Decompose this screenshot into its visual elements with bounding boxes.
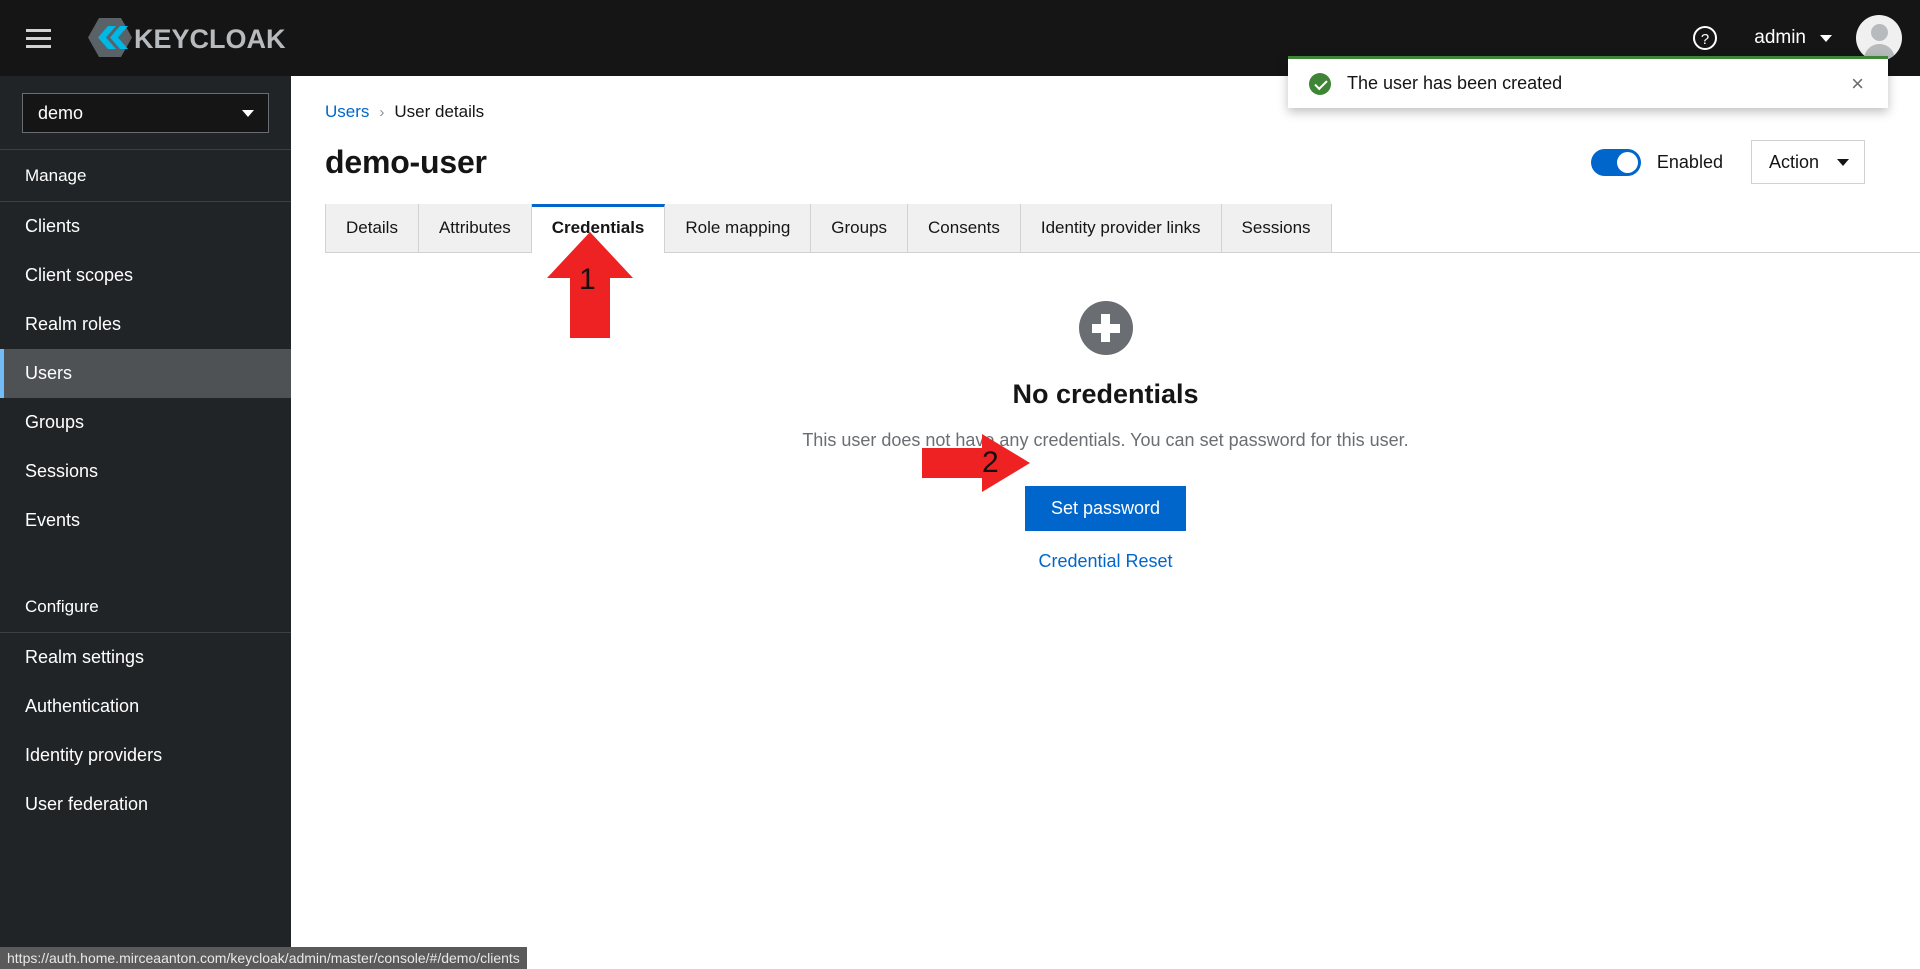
tab-consents[interactable]: Consents [908, 204, 1021, 252]
help-icon[interactable]: ? [1682, 15, 1728, 61]
sidebar-item-user-federation[interactable]: User federation [0, 780, 291, 829]
sidebar-item-realm-roles[interactable]: Realm roles [0, 300, 291, 349]
hamburger-bar [25, 36, 51, 40]
nav-section-manage-title: Manage [0, 150, 291, 202]
check-circle-icon [1309, 72, 1331, 95]
sidebar-item-groups[interactable]: Groups [0, 398, 291, 447]
realm-selector-value: demo [38, 102, 84, 123]
nav-section-configure-title: Configure [0, 581, 291, 633]
avatar-head [1870, 24, 1888, 41]
sidebar-item-events[interactable]: Events [0, 496, 291, 545]
annotation-arrow-1: 1 [545, 230, 635, 345]
svg-text:?: ? [1701, 31, 1709, 48]
svg-text:KEYCLOAK: KEYCLOAK [134, 24, 286, 54]
chevron-down-icon [1820, 34, 1832, 42]
annotation-arrow-2: 2 [920, 432, 1032, 499]
toast-message: The user has been created [1347, 73, 1563, 93]
breadcrumb-separator-icon: › [379, 103, 385, 121]
page-header: demo-user Enabled Action [291, 122, 1920, 184]
empty-state-body: This user does not have any credentials.… [802, 430, 1409, 450]
sidebar-item-authentication[interactable]: Authentication [0, 682, 291, 731]
enabled-toggle[interactable] [1590, 148, 1641, 176]
enabled-label: Enabled [1656, 151, 1723, 172]
tab-details[interactable]: Details [325, 204, 419, 252]
keycloak-brand-logo[interactable]: KEYCLOAK [74, 16, 324, 60]
credential-reset-link[interactable]: Credential Reset [1038, 551, 1172, 572]
keycloak-logo-icon: KEYCLOAK [88, 18, 286, 57]
hamburger-bar [25, 44, 51, 48]
tab-sessions[interactable]: Sessions [1221, 204, 1332, 252]
main-content: Users › User details demo-user Enabled A… [291, 76, 1920, 969]
annotation-number-1: 1 [579, 263, 596, 296]
toast-notification: The user has been created × [1288, 56, 1888, 108]
page-title: demo-user [325, 143, 487, 180]
browser-status-bar: https://auth.home.mirceaanton.com/keyclo… [0, 947, 527, 969]
breadcrumb-link-users[interactable]: Users [325, 102, 369, 122]
tab-identity-provider-links[interactable]: Identity provider links [1020, 204, 1222, 252]
sidebar-item-realm-settings[interactable]: Realm settings [0, 633, 291, 682]
realm-selector-wrapper: demo [0, 76, 291, 149]
tab-role-mapping[interactable]: Role mapping [665, 204, 812, 252]
sidebar-item-sessions[interactable]: Sessions [0, 447, 291, 496]
sidebar-item-users[interactable]: Users [0, 349, 291, 398]
avatar[interactable] [1856, 15, 1902, 61]
set-password-button[interactable]: Set password [1024, 486, 1187, 531]
close-icon[interactable]: × [1847, 69, 1868, 99]
action-dropdown-label: Action [1768, 151, 1819, 172]
hamburger-bar [25, 28, 51, 32]
username-label: admin [1754, 27, 1806, 48]
page-header-actions: Enabled Action [1590, 140, 1920, 184]
sidebar-item-identity-providers[interactable]: Identity providers [0, 731, 291, 780]
realm-selector[interactable]: demo [22, 93, 269, 133]
empty-state-title: No credentials [1012, 379, 1199, 409]
tab-groups[interactable]: Groups [811, 204, 909, 252]
keycloak-admin-console: KEYCLOAK ? admin demo Manage Clients Cli… [0, 0, 1920, 969]
chevron-down-icon [242, 109, 254, 117]
breadcrumb-current: User details [394, 102, 485, 121]
status-bar-url: https://auth.home.mirceaanton.com/keyclo… [7, 950, 520, 966]
sidebar: demo Manage Clients Client scopes Realm … [0, 76, 291, 969]
user-dropdown[interactable]: admin [1732, 15, 1844, 61]
tab-attributes[interactable]: Attributes [418, 204, 532, 252]
annotation-number-2: 2 [982, 446, 999, 479]
hamburger-menu-icon[interactable] [14, 14, 62, 62]
action-dropdown[interactable]: Action [1750, 140, 1865, 184]
sidebar-item-client-scopes[interactable]: Client scopes [0, 251, 291, 300]
chevron-down-icon [1837, 158, 1849, 166]
plus-circle-icon [1078, 301, 1133, 355]
sidebar-item-clients[interactable]: Clients [0, 202, 291, 251]
toggle-knob [1616, 151, 1638, 173]
empty-state-no-credentials: No credentials This user does not have a… [291, 253, 1920, 572]
